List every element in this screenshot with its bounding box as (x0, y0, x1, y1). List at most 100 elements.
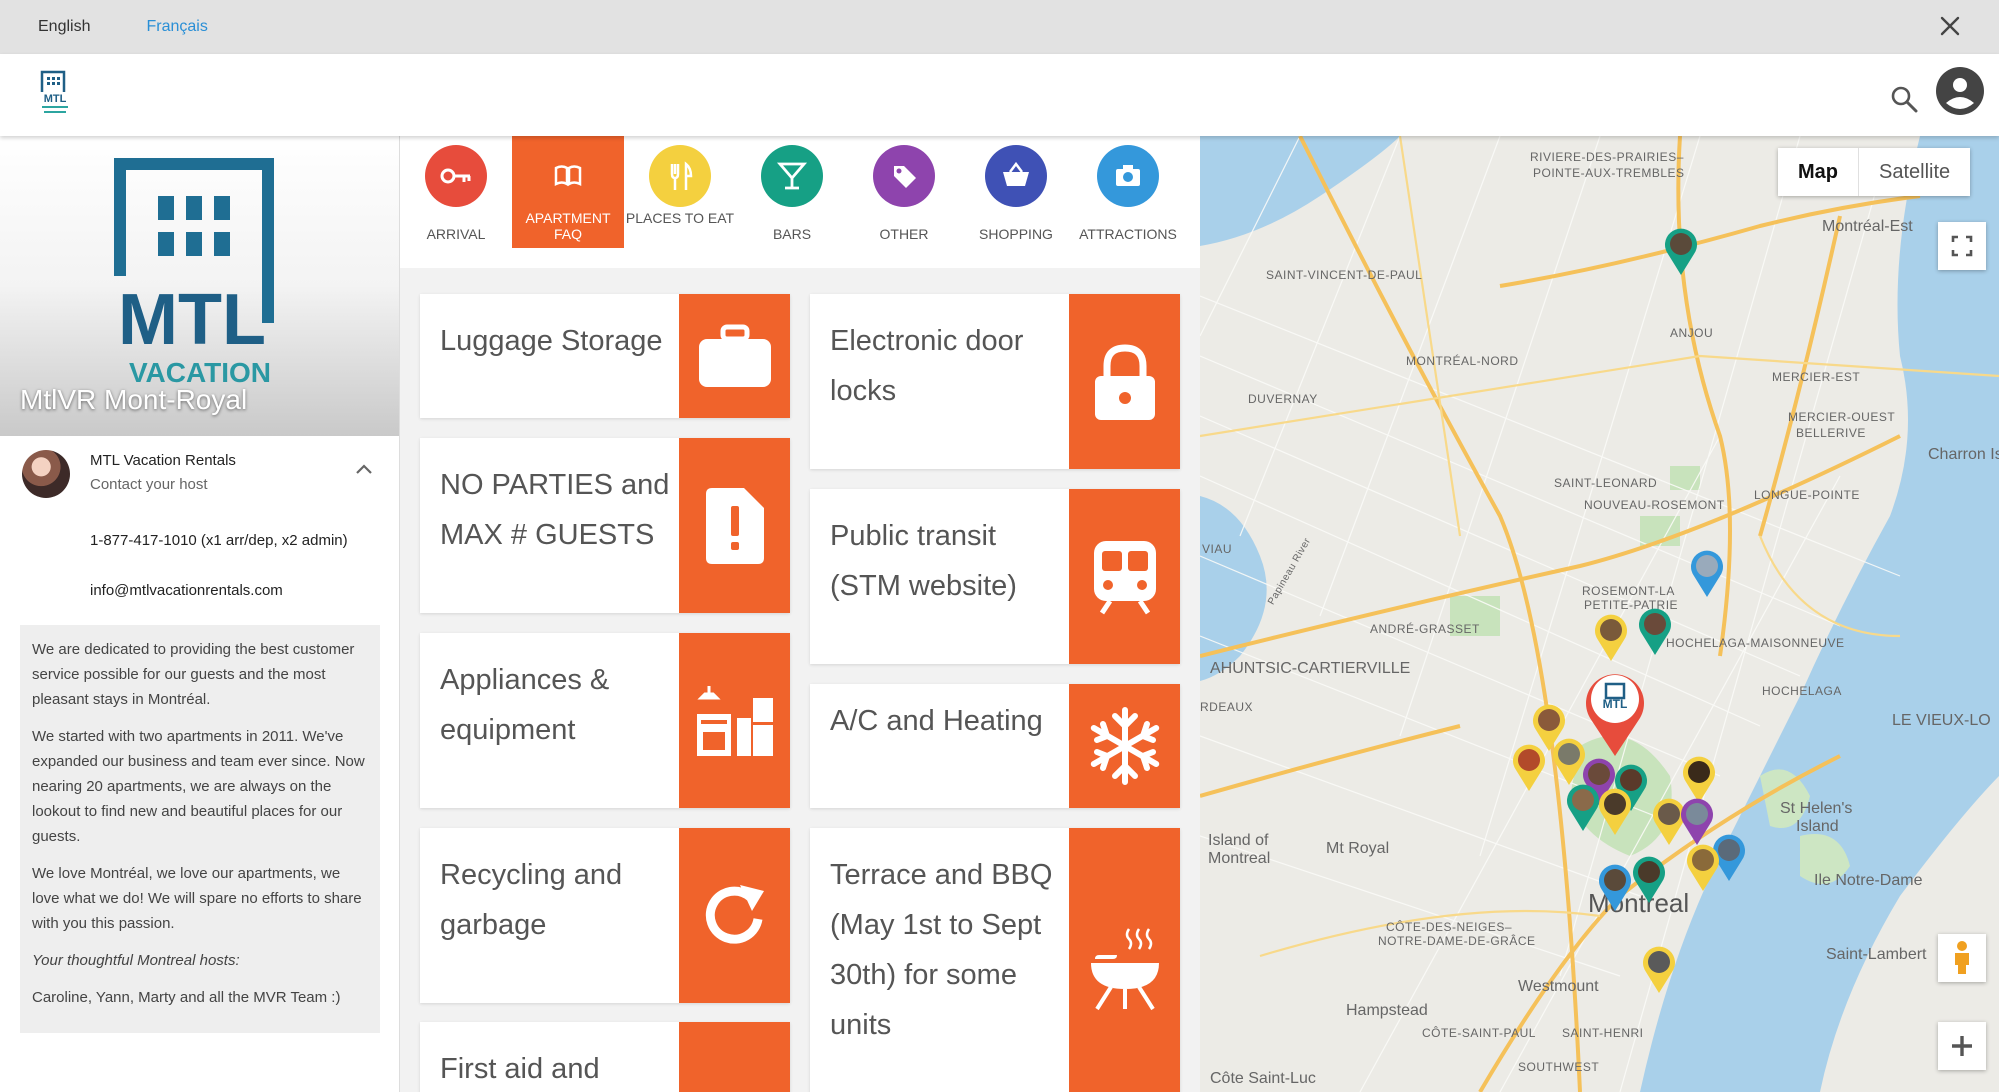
map-label: RDEAUX (1200, 700, 1254, 714)
map-label: DUVERNAY (1248, 392, 1318, 406)
map-pin[interactable] (1636, 606, 1674, 656)
bbq-icon (1090, 928, 1159, 1011)
book-icon (554, 165, 582, 187)
tab-shopping[interactable]: SHOPPING (960, 136, 1072, 248)
host-header[interactable]: MTL Vacation Rentals Contact your host (0, 436, 399, 516)
tab-label: BARS (772, 226, 812, 242)
map-label: SOUTHWEST (1518, 1060, 1600, 1074)
card-terrace-bbq[interactable]: Terrace and BBQ (May 1st to Sept 30th) f… (810, 828, 1180, 1092)
map-label: HOCHELAGA-MAISONNEUVE (1666, 636, 1845, 650)
svg-text:MTL: MTL (1603, 697, 1628, 711)
kitchen-icon (696, 685, 773, 756)
chevron-up-icon[interactable] (355, 462, 373, 476)
map-label: Island of (1208, 832, 1269, 849)
map-label: Montréal-Est (1822, 218, 1913, 235)
close-icon[interactable] (1937, 13, 1963, 39)
map-label: Island (1796, 818, 1839, 835)
map-pin[interactable] (1688, 548, 1726, 598)
camera-icon (1097, 145, 1159, 207)
home-location-pin[interactable]: MTL (1582, 668, 1648, 758)
card-ac-heating[interactable]: A/C and Heating (810, 684, 1180, 808)
card-label: Recycling and garbage (440, 859, 623, 941)
tab-bars[interactable]: BARS (736, 136, 848, 248)
host-phone[interactable]: 1-877-417-1010 (x1 arr/dep, x2 admin) (0, 516, 399, 566)
card-public-transit[interactable]: Public transit (STM website) (810, 489, 1180, 664)
map-pin[interactable] (1592, 612, 1630, 662)
tab-apartment-faq[interactable]: APARTMENT FAQ (512, 136, 624, 248)
map-type-toggle: Map Satellite (1778, 148, 1971, 196)
tab-label: OTHER (879, 226, 929, 242)
map-pin[interactable] (1630, 854, 1668, 904)
map-pin[interactable] (1662, 226, 1700, 276)
card-label: Electronic door locks (830, 325, 1024, 407)
map-label: BELLERIVE (1796, 426, 1866, 440)
svg-text:MTL: MTL (44, 93, 67, 105)
card-no-parties[interactable]: NO PARTIES and MAX # GUESTS (420, 438, 790, 613)
padlock-icon (1094, 343, 1155, 420)
map-type-satellite-button[interactable]: Satellite (1858, 148, 1970, 196)
account-icon[interactable] (1935, 66, 1985, 116)
snowflake-icon (1090, 707, 1159, 785)
card-icon-panel (679, 1022, 790, 1092)
card-recycling[interactable]: Recycling and garbage (420, 828, 790, 1003)
card-label: NO PARTIES and MAX # GUESTS (440, 469, 670, 551)
card-label: Luggage Storage (440, 325, 663, 357)
tag-icon (873, 145, 935, 207)
tab-label: PLACES TO EAT (625, 210, 735, 226)
host-avatar (22, 450, 70, 498)
about-paragraph: We started with two apartments in 2011. … (32, 728, 365, 845)
host-name: MTL Vacation Rentals (90, 452, 236, 469)
map-label: MERCIER-EST (1772, 370, 1861, 384)
svg-text:MTL: MTL (118, 280, 266, 360)
zoom-in-button[interactable] (1938, 1022, 1986, 1070)
map-label: ANDRÉ-GRASSET (1370, 622, 1480, 636)
mtl-logo-icon[interactable]: MTL (38, 70, 72, 118)
map-pin[interactable] (1510, 742, 1548, 792)
first-aid-icon (705, 1062, 765, 1092)
map-label: LONGUE-POINTE (1754, 488, 1860, 502)
card-icon-panel (1069, 489, 1180, 664)
map-pin[interactable] (1640, 944, 1678, 994)
map-label: ANJOU (1670, 326, 1714, 340)
street-view-button[interactable] (1938, 934, 1986, 982)
map-type-map-button[interactable]: Map (1778, 148, 1858, 196)
tab-other[interactable]: OTHER (848, 136, 960, 248)
card-icon-panel (679, 294, 790, 418)
card-icon-panel (1069, 294, 1180, 469)
map-label: ROSEMONT-LA (1582, 584, 1675, 598)
map-label: HOCHELAGA (1762, 684, 1842, 698)
tab-arrival[interactable]: ARRIVAL (400, 136, 512, 248)
app-header: MTL (0, 54, 1999, 136)
tab-places-to-eat[interactable]: PLACES TO EAT (624, 136, 736, 248)
refresh-icon (705, 884, 764, 944)
pegman-icon (1955, 941, 1969, 974)
category-tabs: ARRIVAL APARTMENT FAQ PLACES TO EAT BARS… (400, 136, 1200, 268)
search-icon[interactable] (1889, 84, 1919, 114)
map-view[interactable]: RIVIERE-DES-PRAIRIES– POINTE-AUX-TREMBLE… (1200, 136, 1999, 1092)
map-label: NOUVEAU-ROSEMONT (1584, 498, 1725, 512)
tab-attractions[interactable]: ATTRACTIONS (1072, 136, 1184, 248)
card-luggage-storage[interactable]: Luggage Storage (420, 294, 790, 418)
card-label: Terrace and BBQ (May 1st to Sept 30th) f… (830, 859, 1053, 1041)
host-email[interactable]: info@mtlvacationrentals.com (0, 566, 399, 616)
map-label: VIAU (1202, 542, 1233, 556)
card-first-aid[interactable]: First aid and (420, 1022, 790, 1092)
map-pin[interactable] (1564, 782, 1602, 832)
map-label: NOTRE-DAME-DE-GRÂCE (1378, 934, 1536, 948)
alert-icon (705, 487, 764, 564)
map-pin[interactable] (1596, 862, 1634, 912)
map-label: CÔTE-DES-NEIGES– (1386, 920, 1513, 934)
map-pin[interactable] (1684, 842, 1722, 892)
language-english-link[interactable]: English (38, 18, 90, 36)
map-label: Saint-Lambert (1826, 946, 1927, 963)
faq-cards: Luggage Storage Electronic door locks NO… (400, 268, 1200, 1092)
language-bar: English Français (0, 0, 1999, 54)
tab-label: SHOPPING (979, 226, 1053, 242)
fullscreen-button[interactable] (1938, 222, 1986, 270)
card-electronic-door-locks[interactable]: Electronic door locks (810, 294, 1180, 469)
map-label: Montreal (1208, 850, 1271, 867)
property-sidebar: MTL VACATION MtlVR Mont-Royal MTL Vacati… (0, 136, 400, 1092)
card-icon-panel (1069, 684, 1180, 808)
card-appliances[interactable]: Appliances & equipment (420, 633, 790, 808)
language-french-link[interactable]: Français (146, 18, 207, 36)
